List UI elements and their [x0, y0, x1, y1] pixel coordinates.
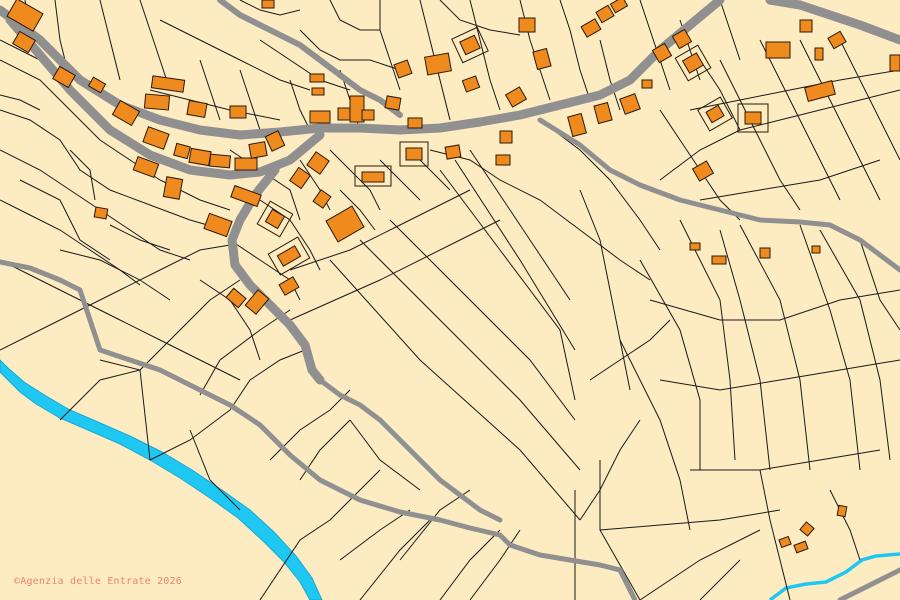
cadastral-map[interactable]: ©Agenzia delle Entrate 2026: [0, 0, 900, 600]
building: [208, 153, 232, 169]
building: [188, 147, 212, 167]
building: [361, 109, 375, 121]
map-canvas[interactable]: [0, 0, 900, 600]
building: [711, 255, 727, 265]
building: [309, 110, 331, 124]
building: [424, 52, 452, 76]
building: [143, 93, 171, 111]
building: [836, 504, 848, 518]
building: [311, 87, 325, 96]
building: [186, 99, 208, 119]
building: [405, 147, 423, 161]
building: [229, 105, 247, 119]
building: [641, 79, 653, 89]
building: [689, 242, 701, 251]
building: [162, 176, 184, 200]
building: [759, 247, 771, 259]
building: [309, 73, 325, 83]
building: [234, 157, 258, 171]
building: [744, 111, 762, 125]
building: [444, 144, 462, 160]
building: [261, 0, 275, 9]
building: [518, 17, 536, 33]
building: [384, 95, 402, 111]
building: [248, 141, 268, 159]
building: [799, 19, 813, 33]
map-attribution: ©Agenzia delle Entrate 2026: [14, 576, 182, 587]
building: [811, 245, 821, 254]
building: [495, 154, 511, 166]
building: [814, 47, 824, 61]
attribution-text: Agenzia delle Entrate 2026: [20, 576, 182, 587]
building: [407, 117, 423, 129]
building: [93, 206, 109, 220]
building: [499, 130, 513, 144]
land-background: [0, 0, 900, 600]
building: [361, 171, 385, 183]
building: [889, 54, 900, 72]
building: [765, 41, 791, 59]
